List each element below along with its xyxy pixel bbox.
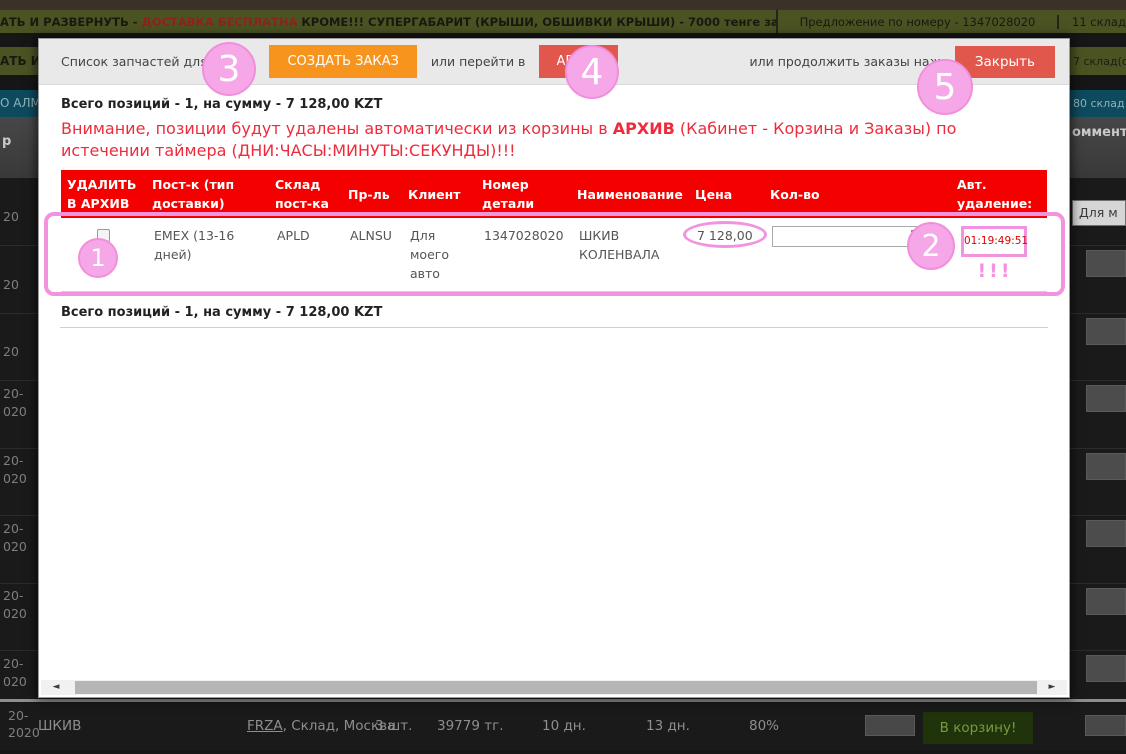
- offer-days-min: 10 дн.: [542, 718, 586, 734]
- horizontal-scrollbar[interactable]: ◄ ►: [41, 680, 1067, 695]
- cart-warning: Внимание, позиции будут удалены автомати…: [61, 118, 1047, 162]
- cart-summary-bottom: Всего позиций - 1, на сумму - 7 128,00 K…: [61, 305, 1047, 320]
- banner2-warehouses-count: 7 склад(ов): [1073, 55, 1126, 68]
- col-part-number: Номер детали: [476, 170, 571, 218]
- row-date-fragment: 20-020: [3, 385, 27, 421]
- row-date-fragment: 20-020: [3, 452, 27, 488]
- row-date-fragment: 20-020: [3, 520, 27, 556]
- column-header-fragment-left: р: [2, 134, 11, 149]
- offer-date: 20-2020: [8, 707, 40, 741]
- row-qty-input[interactable]: [1086, 318, 1126, 345]
- offer-supplier: FRZA, Склад, Москва: [247, 718, 395, 734]
- row-qty-input[interactable]: [1086, 655, 1126, 682]
- cell-price: 7 128,00: [689, 218, 764, 292]
- banner-text-part: КРОМЕ!!! СУПЕРГАБАРИТ (КРЫШИ, ОБШИВКИ КР…: [297, 15, 688, 29]
- background-offer-row: 20-2020 ШКИВ FRZA, Склад, Москва 3 шт. 3…: [0, 703, 1126, 750]
- top-strip: [0, 0, 1126, 10]
- offer-part-name: ШКИВ: [38, 718, 81, 734]
- row-divider: [0, 699, 1126, 702]
- cell-supplier-warehouse: APLD: [269, 218, 342, 292]
- cell-auto-delete: 01:19:49:51 !!!: [951, 218, 1047, 292]
- cart-modal: Список запчастей для заказа СОЗДАТЬ ЗАКА…: [38, 38, 1070, 698]
- col-name: Наименование: [571, 170, 689, 218]
- warning-archive-bold: АРХИВ: [613, 119, 675, 138]
- offer-days-max: 13 дн.: [646, 718, 690, 734]
- add-to-cart-button[interactable]: В корзину!: [923, 712, 1033, 744]
- col-brand: Пр-ль: [342, 170, 402, 218]
- row-date-fragment: 20: [3, 343, 19, 361]
- offer-extra-input[interactable]: [1085, 715, 1126, 736]
- column-header-fragment-comment: оммент: [1072, 125, 1126, 140]
- col-supplier-warehouse: Склад пост-ка: [269, 170, 342, 218]
- promo-banner-text: АТЬ И РАЗВЕРНУТЬ - ДОСТАВКА БЕСПЛАТНА КР…: [0, 15, 776, 29]
- screen: АТЬ И РАЗВЕРНУТЬ - ДОСТАВКА БЕСПЛАТНА КР…: [0, 0, 1126, 754]
- annotation-step-3: 3: [202, 42, 256, 96]
- cell-supplier: EMEX (13-16 дней): [146, 218, 269, 292]
- auto-delete-timer: 01:19:49:51: [961, 226, 1027, 257]
- col-delete-to-archive: УДАЛИТЬ В АРХИВ: [61, 170, 146, 218]
- col-price: Цена: [689, 170, 764, 218]
- col-auto-delete: Авт. удаление:: [951, 170, 1047, 218]
- banner-free-shipping: ДОСТАВКА БЕСПЛАТНА: [142, 15, 298, 29]
- cell-brand: ALNSU: [342, 218, 402, 292]
- row-date-fragment: 20-020: [3, 587, 27, 623]
- offer-qty: 3 шт.: [375, 718, 412, 734]
- cart-table: УДАЛИТЬ В АРХИВ Пост-к (тип доставки) Ск…: [61, 170, 1047, 292]
- create-order-button[interactable]: СОЗДАТЬ ЗАКАЗ: [269, 45, 416, 78]
- cart-modal-content: Всего позиций - 1, на сумму - 7 128,00 K…: [39, 85, 1069, 328]
- promo-banner-row1: АТЬ И РАЗВЕРНУТЬ - ДОСТАВКА БЕСПЛАТНА КР…: [0, 10, 1126, 33]
- scrollbar-thumb[interactable]: [75, 681, 1037, 694]
- row-qty-input[interactable]: [1086, 385, 1126, 412]
- supplier-link[interactable]: FRZA: [247, 718, 283, 734]
- col-client: Клиент: [402, 170, 476, 218]
- or-go-to-label: или перейти в: [431, 54, 526, 69]
- annotation-step-1: 1: [78, 238, 118, 278]
- warehouses-count: 11 склад(ов: [1057, 15, 1126, 29]
- scroll-right-icon[interactable]: ►: [1037, 680, 1067, 695]
- banner-text-part: АТЬ И РАЗВЕРНУТЬ -: [0, 15, 142, 29]
- offer-price: 39779 тг.: [437, 718, 504, 734]
- row-qty-input[interactable]: [1086, 520, 1126, 547]
- row-qty-input[interactable]: [1086, 588, 1126, 615]
- or-continue-label: или продолжить заказы наж: [750, 54, 941, 69]
- offer-probability: 80%: [749, 718, 779, 734]
- cart-table-header-row: УДАЛИТЬ В АРХИВ Пост-к (тип доставки) Ск…: [61, 170, 1047, 218]
- annotation-step-5: 5: [917, 59, 973, 115]
- cell-name: ШКИВ КОЛЕНВАЛА: [571, 218, 689, 292]
- offer-qty-input[interactable]: [865, 715, 915, 736]
- col-qty: Кол-во: [764, 170, 951, 218]
- annotation-step-4: 4: [565, 45, 619, 99]
- cart-row: EMEX (13-16 дней) APLD ALNSU Для моего а…: [61, 218, 1047, 292]
- row-date-fragment: 20: [3, 276, 19, 294]
- cart-summary-top: Всего позиций - 1, на сумму - 7 128,00 K…: [61, 97, 1047, 112]
- scroll-left-icon[interactable]: ◄: [41, 680, 71, 695]
- cell-part-number: 1347028020: [476, 218, 571, 292]
- annotation-step-2: 2: [907, 222, 955, 270]
- row-date-fragment: 20-020: [3, 655, 27, 691]
- comment-input[interactable]: Для м: [1072, 200, 1126, 226]
- row-date-fragment: 20: [3, 208, 19, 226]
- city-bar-warehouses-count: 80 склад: [1073, 97, 1125, 110]
- offer-by-number-label: Предложение по номеру - 1347028020: [776, 10, 1057, 33]
- col-supplier: Пост-к (тип доставки): [146, 170, 269, 218]
- cell-client: Для моего авто: [402, 218, 476, 292]
- row-qty-input[interactable]: [1086, 453, 1126, 480]
- banner-price-per-kg: 7000 тенге за кг.: [688, 15, 776, 29]
- close-button[interactable]: Закрыть: [955, 46, 1055, 78]
- timer-exclamation: !!!: [959, 262, 1031, 281]
- row-qty-input[interactable]: [1086, 250, 1126, 277]
- divider: [60, 327, 1048, 328]
- cart-modal-header: Список запчастей для заказа СОЗДАТЬ ЗАКА…: [39, 39, 1069, 85]
